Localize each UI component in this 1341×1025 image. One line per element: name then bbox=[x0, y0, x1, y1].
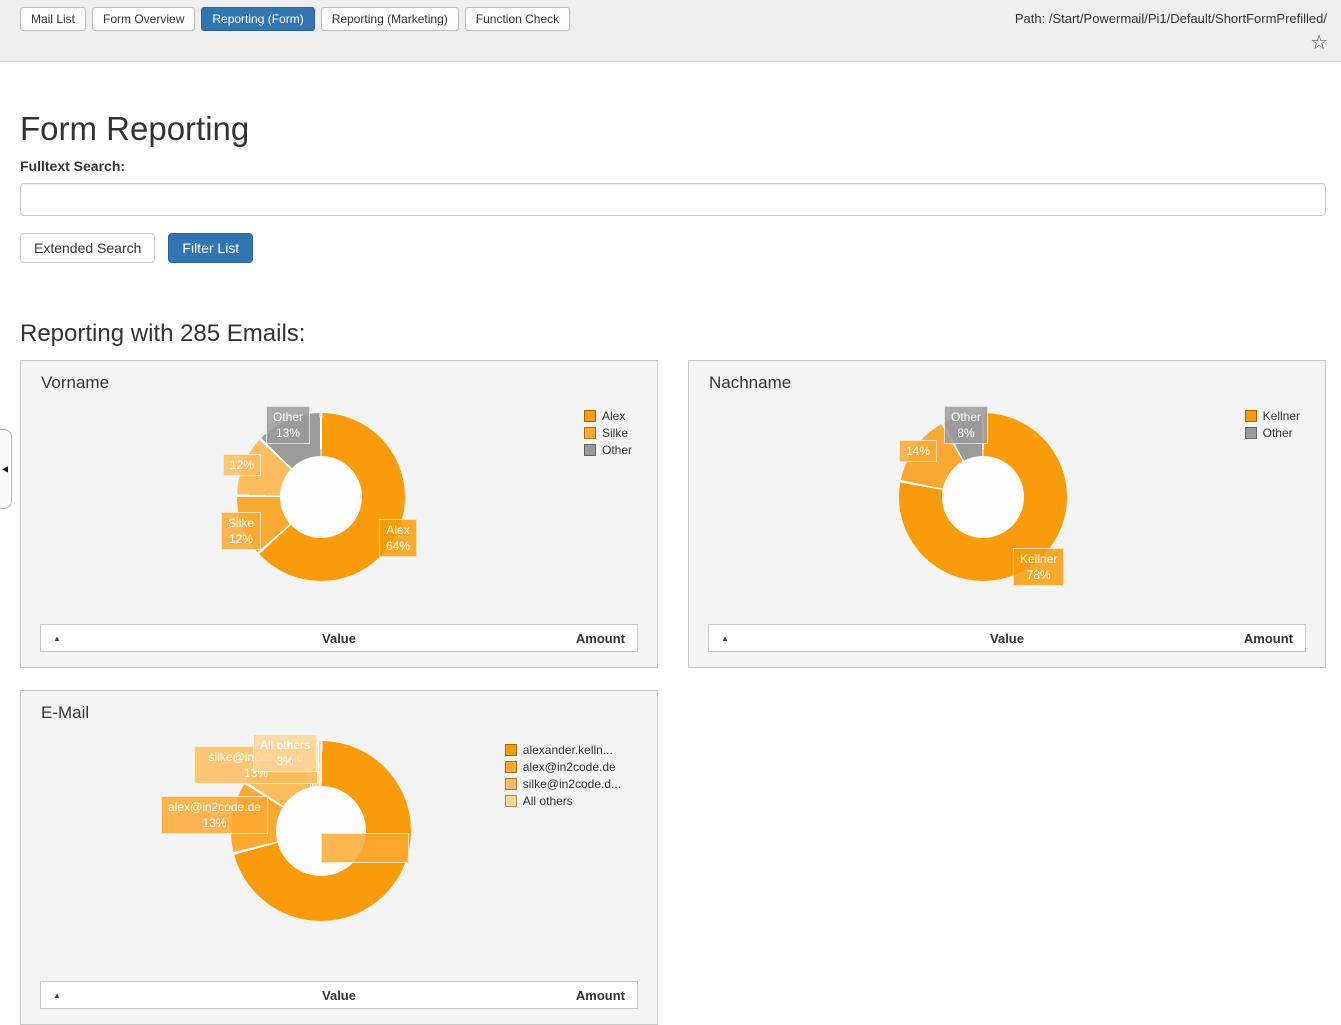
section-title: Reporting with 285 Emails: bbox=[20, 320, 1326, 348]
column-header-amount[interactable]: Amount bbox=[576, 631, 625, 646]
legend-label: Other bbox=[602, 443, 632, 457]
data-label: Other13% bbox=[266, 406, 310, 444]
main-content: Form Reporting Fulltext Search: Extended… bbox=[0, 110, 1341, 1025]
legend-item-alex[interactable]: Alex bbox=[584, 409, 632, 423]
sort-asc-icon[interactable]: ▲ bbox=[721, 634, 729, 643]
extended-search-button[interactable]: Extended Search bbox=[20, 233, 155, 263]
collapse-panel-handle[interactable]: ◀ bbox=[0, 429, 12, 509]
legend-swatch-icon bbox=[505, 778, 517, 790]
legend-swatch-icon bbox=[1245, 427, 1257, 439]
tab-form-overview[interactable]: Form Overview bbox=[92, 7, 195, 31]
column-header-value[interactable]: Value bbox=[41, 988, 637, 1003]
data-label: All others3% bbox=[253, 734, 317, 772]
tab-function-check[interactable]: Function Check bbox=[465, 7, 570, 31]
panels-grid: Vorname Other13%12% Silke12% Alex64% Alex Sil… bbox=[20, 360, 1326, 1025]
legend-swatch-icon bbox=[584, 410, 596, 422]
legend-swatch-icon bbox=[584, 427, 596, 439]
filter-list-button[interactable]: Filter List bbox=[168, 233, 253, 263]
legend-label: Other bbox=[1263, 426, 1293, 440]
column-header-value[interactable]: Value bbox=[41, 631, 637, 646]
legend-swatch-icon bbox=[1245, 410, 1257, 422]
result-table-header: ▲ValueAmount bbox=[708, 624, 1306, 652]
result-table-header: ▲ValueAmount bbox=[40, 624, 638, 652]
legend-item-all-others[interactable]: All others bbox=[505, 794, 621, 808]
legend-label: Kellner bbox=[1263, 409, 1300, 423]
legend-item-silke-in2code-d[interactable]: silke@in2code.d... bbox=[505, 777, 621, 791]
tab-mail-list[interactable]: Mail List bbox=[20, 7, 86, 31]
donut-hole bbox=[280, 456, 362, 538]
data-label: alex@in2code.de13% bbox=[161, 796, 268, 834]
result-table-header: ▲ValueAmount bbox=[40, 981, 638, 1009]
legend-label: alex@in2code.de bbox=[523, 760, 616, 774]
data-label: 14% bbox=[899, 440, 937, 462]
legend-item-silke[interactable]: Silke bbox=[584, 426, 632, 440]
legend-label: Alex bbox=[602, 409, 625, 423]
column-header-value[interactable]: Value bbox=[709, 631, 1305, 646]
panel-title: E-Mail bbox=[21, 691, 657, 721]
tab-reporting-marketing[interactable]: Reporting (Marketing) bbox=[321, 7, 459, 31]
top-toolbar: Mail ListForm OverviewReporting (Form) Re… bbox=[0, 0, 1341, 62]
chart-legend: alexander.kelln... alex@in2code.de silke@i… bbox=[505, 743, 621, 811]
legend-label: All others bbox=[523, 794, 573, 808]
module-tabs: Mail ListForm OverviewReporting (Form) Re… bbox=[20, 7, 570, 31]
donut-hole bbox=[942, 456, 1024, 538]
column-header-amount[interactable]: Amount bbox=[576, 988, 625, 1003]
legend-swatch-icon bbox=[584, 444, 596, 456]
data-label: Kellner78% bbox=[1013, 548, 1064, 586]
legend-swatch-icon bbox=[505, 795, 517, 807]
sort-asc-icon[interactable]: ▲ bbox=[53, 634, 61, 643]
legend-swatch-icon bbox=[505, 744, 517, 756]
bookmark-star-icon[interactable]: ☆ bbox=[1310, 33, 1328, 53]
legend-item-other[interactable]: Other bbox=[584, 443, 632, 457]
panel-e-mail: E-Mailsilke@in2code.de13%All others3%ale… bbox=[20, 690, 658, 1025]
chevron-left-icon: ◀ bbox=[2, 465, 8, 474]
legend-item-alexander-kelln[interactable]: alexander.kelln... bbox=[505, 743, 621, 757]
data-label: 12% bbox=[223, 454, 261, 476]
legend-item-other[interactable]: Other bbox=[1245, 426, 1300, 440]
fulltext-search-label: Fulltext Search: bbox=[20, 158, 1326, 174]
chart-area: Other8% 14% Kellner78% Kellner Other bbox=[689, 391, 1325, 624]
legend-item-kellner[interactable]: Kellner bbox=[1245, 409, 1300, 423]
search-actions: Extended Search Filter List bbox=[20, 233, 1326, 263]
panel-vorname: Vorname Other13%12% Silke12% Alex64% Alex Sil… bbox=[20, 360, 658, 668]
chart-legend: Kellner Other bbox=[1245, 409, 1300, 443]
panel-nachname: NachnameOther8%14%Kellner78%KellnerOther… bbox=[688, 360, 1326, 668]
column-header-amount[interactable]: Amount bbox=[1244, 631, 1293, 646]
breadcrumb-path: Path: /Start/Powermail/Pi1/Default/Short… bbox=[1015, 11, 1327, 26]
legend-label: silke@in2code.d... bbox=[523, 777, 621, 791]
data-label: Silke12% bbox=[221, 512, 261, 550]
legend-label: alexander.kelln... bbox=[523, 743, 613, 757]
chart-area: Other13%12% Silke12% Alex64% Alex Silke Other bbox=[21, 391, 657, 624]
legend-swatch-icon bbox=[505, 761, 517, 773]
data-label: Other8% bbox=[944, 406, 988, 444]
legend-item-alex-in2code-de[interactable]: alex@in2code.de bbox=[505, 760, 621, 774]
chart-legend: Alex Silke Other bbox=[584, 409, 632, 460]
page-title: Form Reporting bbox=[20, 110, 1326, 148]
panel-title: Vorname bbox=[21, 361, 657, 391]
sort-asc-icon[interactable]: ▲ bbox=[53, 991, 61, 1000]
panel-title: Nachname bbox=[689, 361, 1325, 391]
fulltext-search-input[interactable] bbox=[20, 183, 1326, 216]
tab-reporting-form[interactable]: Reporting (Form) bbox=[201, 7, 314, 31]
legend-label: Silke bbox=[602, 426, 628, 440]
chart-area: silke@in2code.de13%All others3%alex@in2c… bbox=[21, 721, 657, 981]
data-label bbox=[321, 833, 409, 863]
data-label: Alex64% bbox=[379, 519, 417, 557]
